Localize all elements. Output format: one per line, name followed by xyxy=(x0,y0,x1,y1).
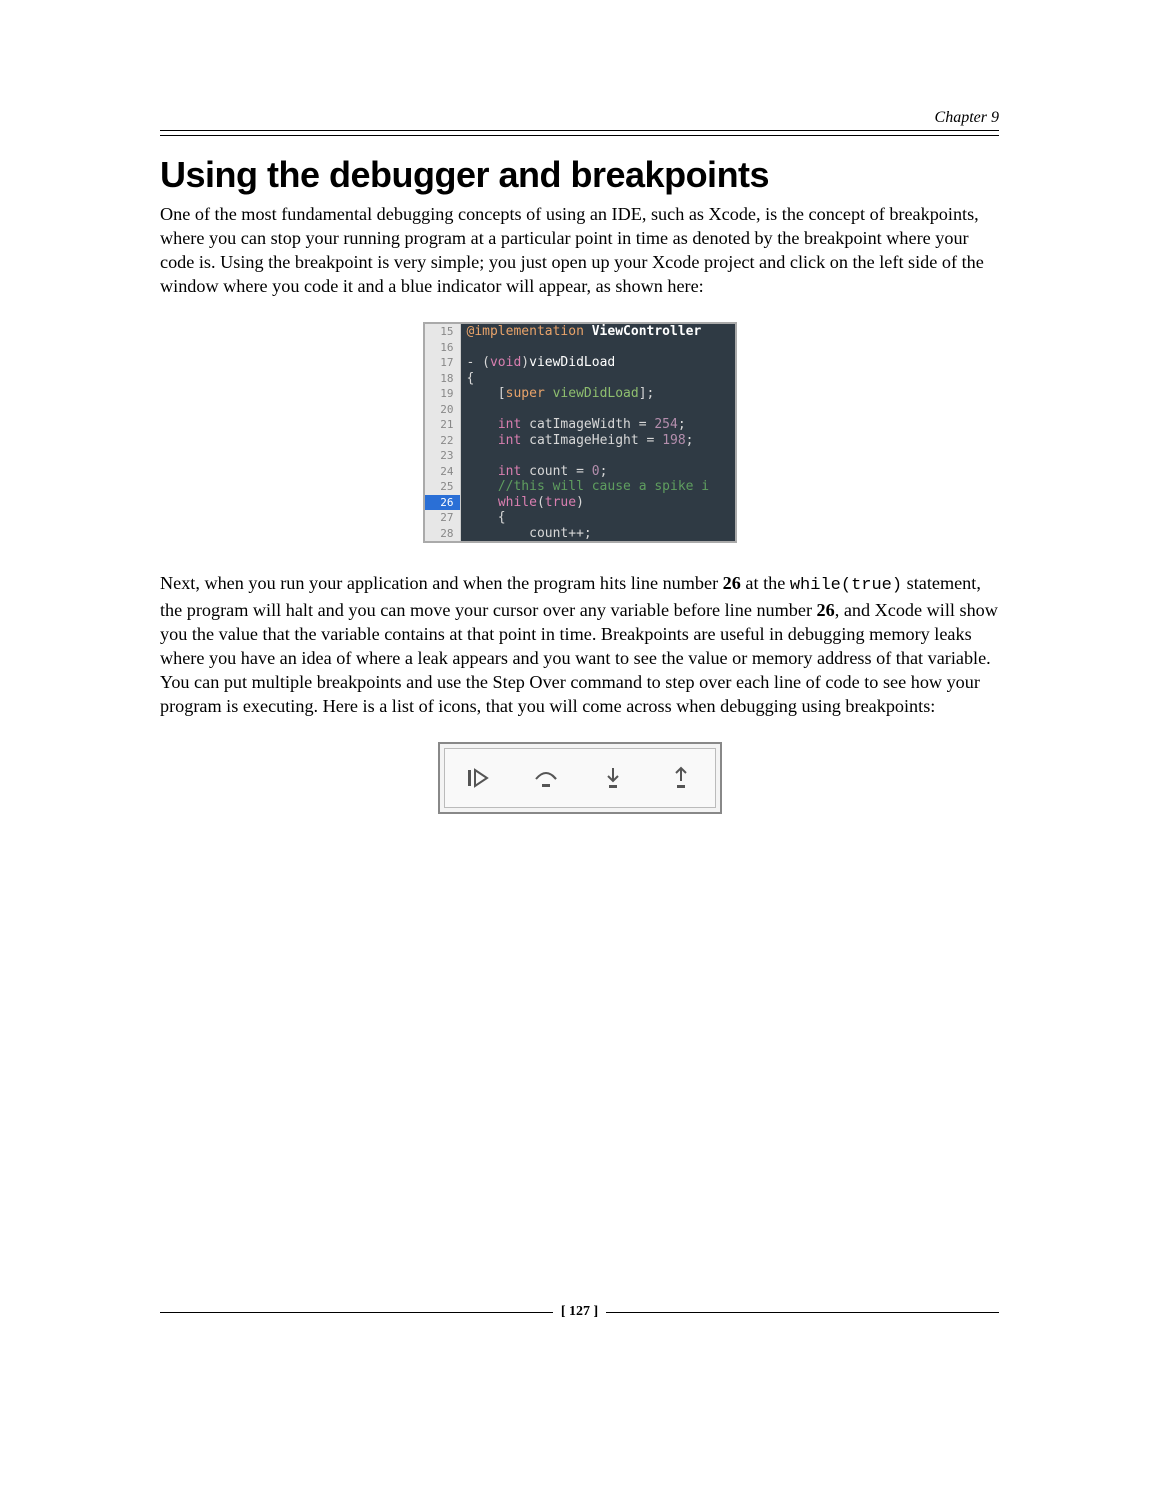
debug-toolbar-inner xyxy=(444,748,716,808)
step-into-icon xyxy=(597,762,629,794)
code-line-28: 28 count++; xyxy=(425,526,735,542)
code-line-25: 25 //this will cause a spike i xyxy=(425,479,735,495)
code-screenshot: 15@implementation ViewController16 17- (… xyxy=(423,322,737,543)
code-line-27: 27 { xyxy=(425,510,735,526)
code-line-24: 24 int count = 0; xyxy=(425,464,735,480)
code-text: @implementation ViewController xyxy=(461,324,735,340)
line-number: 21 xyxy=(425,417,461,433)
page-footer: [ 127 ] xyxy=(160,1304,999,1320)
code-line-17: 17- (void)viewDidLoad xyxy=(425,355,735,371)
code-text: - (void)viewDidLoad xyxy=(461,355,735,371)
code-text: int catImageWidth = 254; xyxy=(461,417,735,433)
p2-line-26b: 26 xyxy=(817,600,835,620)
chapter-label: Chapter 9 xyxy=(935,109,999,127)
code-text: while(true) xyxy=(461,495,735,511)
footer-rule-left xyxy=(160,1312,553,1313)
code-text: [super viewDidLoad]; xyxy=(461,386,735,402)
code-line-26: 26 while(true) xyxy=(425,495,735,511)
p2-line-26a: 26 xyxy=(723,573,741,593)
code-text: { xyxy=(461,371,735,387)
code-line-21: 21 int catImageWidth = 254; xyxy=(425,417,735,433)
code-text: int catImageHeight = 198; xyxy=(461,433,735,449)
p2-code-while: while(true) xyxy=(790,576,902,595)
code-line-23: 23 xyxy=(425,448,735,464)
line-number: 16 xyxy=(425,340,461,356)
paragraph-2: Next, when you run your application and … xyxy=(160,571,999,718)
page-title: Using the debugger and breakpoints xyxy=(160,154,999,196)
code-text xyxy=(461,448,735,464)
page: Chapter 9 Using the debugger and breakpo… xyxy=(0,0,1159,1500)
step-over-icon xyxy=(530,762,562,794)
line-number: 20 xyxy=(425,402,461,418)
line-number: 28 xyxy=(425,526,461,542)
line-number: 22 xyxy=(425,433,461,449)
code-text: { xyxy=(461,510,735,526)
code-line-22: 22 int catImageHeight = 198; xyxy=(425,433,735,449)
line-number: 18 xyxy=(425,371,461,387)
code-text: int count = 0; xyxy=(461,464,735,480)
step-out-icon xyxy=(665,762,697,794)
p2-c: at the xyxy=(741,573,790,593)
code-line-18: 18{ xyxy=(425,371,735,387)
code-text: //this will cause a spike i xyxy=(461,479,735,495)
line-number: 19 xyxy=(425,386,461,402)
code-text xyxy=(461,402,735,418)
line-number: 27 xyxy=(425,510,461,526)
line-number: 23 xyxy=(425,448,461,464)
code-text xyxy=(461,340,735,356)
line-number: 15 xyxy=(425,324,461,340)
code-line-20: 20 xyxy=(425,402,735,418)
line-number: 17 xyxy=(425,355,461,371)
p2-a: Next, when you run your application and … xyxy=(160,573,723,593)
header-rule-top: Chapter 9 xyxy=(160,130,999,131)
code-line-16: 16 xyxy=(425,340,735,356)
breakpoint-gutter: 26 xyxy=(425,495,461,511)
code-line-19: 19 [super viewDidLoad]; xyxy=(425,386,735,402)
footer-rule-right xyxy=(606,1312,999,1313)
header-rule-bottom xyxy=(160,135,999,136)
code-text: count++; xyxy=(461,526,735,542)
line-number: 25 xyxy=(425,479,461,495)
paragraph-1: One of the most fundamental debugging co… xyxy=(160,202,999,298)
continue-icon xyxy=(462,762,494,794)
page-number: [ 127 ] xyxy=(553,1304,606,1320)
code-line-15: 15@implementation ViewController xyxy=(425,324,735,340)
debug-toolbar xyxy=(438,742,722,814)
line-number: 24 xyxy=(425,464,461,480)
